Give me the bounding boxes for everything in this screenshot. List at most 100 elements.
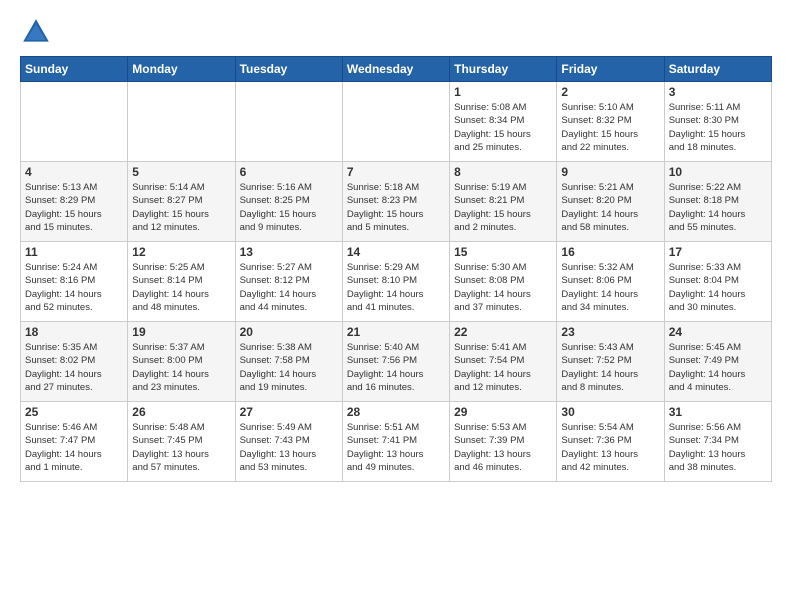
day-info: Sunrise: 5:27 AM Sunset: 8:12 PM Dayligh…	[240, 261, 338, 314]
day-number: 4	[25, 165, 123, 179]
calendar-cell: 2 Sunrise: 5:10 AM Sunset: 8:32 PM Daylig…	[557, 82, 664, 162]
calendar-cell: 11 Sunrise: 5:24 AM Sunset: 8:16 PM Dayli…	[21, 242, 128, 322]
day-number: 3	[669, 85, 767, 99]
calendar-cell	[235, 82, 342, 162]
header-cell-friday: Friday	[557, 57, 664, 82]
day-number: 5	[132, 165, 230, 179]
calendar-cell: 31 Sunrise: 5:56 AM Sunset: 7:34 PM Dayli…	[664, 402, 771, 482]
day-info: Sunrise: 5:37 AM Sunset: 8:00 PM Dayligh…	[132, 341, 230, 394]
day-number: 11	[25, 245, 123, 259]
day-number: 19	[132, 325, 230, 339]
day-info: Sunrise: 5:54 AM Sunset: 7:36 PM Dayligh…	[561, 421, 659, 474]
day-number: 20	[240, 325, 338, 339]
calendar-cell: 3 Sunrise: 5:11 AM Sunset: 8:30 PM Daylig…	[664, 82, 771, 162]
calendar-cell: 29 Sunrise: 5:53 AM Sunset: 7:39 PM Dayli…	[450, 402, 557, 482]
day-number: 18	[25, 325, 123, 339]
day-info: Sunrise: 5:25 AM Sunset: 8:14 PM Dayligh…	[132, 261, 230, 314]
day-number: 29	[454, 405, 552, 419]
calendar-cell: 30Sunrise: 5:54 AM Sunset: 7:36 PM Dayli…	[557, 402, 664, 482]
day-info: Sunrise: 5:30 AM Sunset: 8:08 PM Dayligh…	[454, 261, 552, 314]
calendar-cell	[21, 82, 128, 162]
day-info: Sunrise: 5:56 AM Sunset: 7:34 PM Dayligh…	[669, 421, 767, 474]
calendar-body: 1 Sunrise: 5:08 AM Sunset: 8:34 PM Daylig…	[21, 82, 772, 482]
calendar-cell: 6 Sunrise: 5:16 AM Sunset: 8:25 PM Daylig…	[235, 162, 342, 242]
day-number: 9	[561, 165, 659, 179]
calendar-cell: 12 Sunrise: 5:25 AM Sunset: 8:14 PM Dayli…	[128, 242, 235, 322]
day-info: Sunrise: 5:35 AM Sunset: 8:02 PM Dayligh…	[25, 341, 123, 394]
calendar-cell: 22Sunrise: 5:41 AM Sunset: 7:54 PM Dayli…	[450, 322, 557, 402]
day-number: 21	[347, 325, 445, 339]
logo-icon	[20, 16, 52, 48]
calendar-cell: 19 Sunrise: 5:37 AM Sunset: 8:00 PM Dayli…	[128, 322, 235, 402]
day-info: Sunrise: 5:29 AM Sunset: 8:10 PM Dayligh…	[347, 261, 445, 314]
day-info: Sunrise: 5:24 AM Sunset: 8:16 PM Dayligh…	[25, 261, 123, 314]
day-number: 17	[669, 245, 767, 259]
day-number: 31	[669, 405, 767, 419]
logo	[20, 16, 56, 48]
calendar-cell: 24 Sunrise: 5:45 AM Sunset: 7:49 PM Dayli…	[664, 322, 771, 402]
calendar-cell: 16 Sunrise: 5:32 AM Sunset: 8:06 PM Dayli…	[557, 242, 664, 322]
calendar-cell: 20 Sunrise: 5:38 AM Sunset: 7:58 PM Dayli…	[235, 322, 342, 402]
day-number: 2	[561, 85, 659, 99]
day-number: 13	[240, 245, 338, 259]
week-row-0: 1 Sunrise: 5:08 AM Sunset: 8:34 PM Daylig…	[21, 82, 772, 162]
header-cell-monday: Monday	[128, 57, 235, 82]
calendar-cell: 21 Sunrise: 5:40 AM Sunset: 7:56 PM Dayli…	[342, 322, 449, 402]
day-number: 10	[669, 165, 767, 179]
day-number: 25	[25, 405, 123, 419]
day-info: Sunrise: 5:10 AM Sunset: 8:32 PM Dayligh…	[561, 101, 659, 154]
day-info: Sunrise: 5:53 AM Sunset: 7:39 PM Dayligh…	[454, 421, 552, 474]
day-info: Sunrise: 5:45 AM Sunset: 7:49 PM Dayligh…	[669, 341, 767, 394]
calendar-cell: 8 Sunrise: 5:19 AM Sunset: 8:21 PM Daylig…	[450, 162, 557, 242]
week-row-3: 18 Sunrise: 5:35 AM Sunset: 8:02 PM Dayli…	[21, 322, 772, 402]
calendar-cell: 28 Sunrise: 5:51 AM Sunset: 7:41 PM Dayli…	[342, 402, 449, 482]
day-number: 28	[347, 405, 445, 419]
calendar-cell: 23Sunrise: 5:43 AM Sunset: 7:52 PM Dayli…	[557, 322, 664, 402]
calendar-cell: 13 Sunrise: 5:27 AM Sunset: 8:12 PM Dayli…	[235, 242, 342, 322]
calendar-cell	[128, 82, 235, 162]
calendar-cell: 25 Sunrise: 5:46 AM Sunset: 7:47 PM Dayli…	[21, 402, 128, 482]
day-number: 6	[240, 165, 338, 179]
page: SundayMondayTuesdayWednesdayThursdayFrid…	[0, 0, 792, 612]
day-info: Sunrise: 5:18 AM Sunset: 8:23 PM Dayligh…	[347, 181, 445, 234]
header-row: SundayMondayTuesdayWednesdayThursdayFrid…	[21, 57, 772, 82]
calendar-cell: 15Sunrise: 5:30 AM Sunset: 8:08 PM Dayli…	[450, 242, 557, 322]
day-number: 8	[454, 165, 552, 179]
day-info: Sunrise: 5:22 AM Sunset: 8:18 PM Dayligh…	[669, 181, 767, 234]
day-info: Sunrise: 5:46 AM Sunset: 7:47 PM Dayligh…	[25, 421, 123, 474]
day-info: Sunrise: 5:19 AM Sunset: 8:21 PM Dayligh…	[454, 181, 552, 234]
week-row-1: 4Sunrise: 5:13 AM Sunset: 8:29 PM Daylig…	[21, 162, 772, 242]
calendar-cell: 27Sunrise: 5:49 AM Sunset: 7:43 PM Dayli…	[235, 402, 342, 482]
day-info: Sunrise: 5:40 AM Sunset: 7:56 PM Dayligh…	[347, 341, 445, 394]
calendar-cell: 7 Sunrise: 5:18 AM Sunset: 8:23 PM Daylig…	[342, 162, 449, 242]
day-info: Sunrise: 5:21 AM Sunset: 8:20 PM Dayligh…	[561, 181, 659, 234]
day-number: 7	[347, 165, 445, 179]
calendar-cell: 4Sunrise: 5:13 AM Sunset: 8:29 PM Daylig…	[21, 162, 128, 242]
day-number: 16	[561, 245, 659, 259]
week-row-4: 25 Sunrise: 5:46 AM Sunset: 7:47 PM Dayli…	[21, 402, 772, 482]
calendar-header: SundayMondayTuesdayWednesdayThursdayFrid…	[21, 57, 772, 82]
day-info: Sunrise: 5:51 AM Sunset: 7:41 PM Dayligh…	[347, 421, 445, 474]
day-number: 24	[669, 325, 767, 339]
week-row-2: 11 Sunrise: 5:24 AM Sunset: 8:16 PM Dayli…	[21, 242, 772, 322]
calendar-cell: 17 Sunrise: 5:33 AM Sunset: 8:04 PM Dayli…	[664, 242, 771, 322]
calendar-table: SundayMondayTuesdayWednesdayThursdayFrid…	[20, 56, 772, 482]
day-info: Sunrise: 5:32 AM Sunset: 8:06 PM Dayligh…	[561, 261, 659, 314]
day-info: Sunrise: 5:41 AM Sunset: 7:54 PM Dayligh…	[454, 341, 552, 394]
calendar-cell: 5 Sunrise: 5:14 AM Sunset: 8:27 PM Daylig…	[128, 162, 235, 242]
day-number: 1	[454, 85, 552, 99]
header-cell-tuesday: Tuesday	[235, 57, 342, 82]
calendar-cell: 1 Sunrise: 5:08 AM Sunset: 8:34 PM Daylig…	[450, 82, 557, 162]
day-number: 27	[240, 405, 338, 419]
day-info: Sunrise: 5:14 AM Sunset: 8:27 PM Dayligh…	[132, 181, 230, 234]
day-info: Sunrise: 5:38 AM Sunset: 7:58 PM Dayligh…	[240, 341, 338, 394]
header-cell-saturday: Saturday	[664, 57, 771, 82]
day-info: Sunrise: 5:08 AM Sunset: 8:34 PM Dayligh…	[454, 101, 552, 154]
day-number: 12	[132, 245, 230, 259]
day-info: Sunrise: 5:33 AM Sunset: 8:04 PM Dayligh…	[669, 261, 767, 314]
calendar-cell: 26Sunrise: 5:48 AM Sunset: 7:45 PM Dayli…	[128, 402, 235, 482]
day-info: Sunrise: 5:16 AM Sunset: 8:25 PM Dayligh…	[240, 181, 338, 234]
day-info: Sunrise: 5:11 AM Sunset: 8:30 PM Dayligh…	[669, 101, 767, 154]
calendar-cell: 14Sunrise: 5:29 AM Sunset: 8:10 PM Dayli…	[342, 242, 449, 322]
calendar-cell: 10 Sunrise: 5:22 AM Sunset: 8:18 PM Dayli…	[664, 162, 771, 242]
